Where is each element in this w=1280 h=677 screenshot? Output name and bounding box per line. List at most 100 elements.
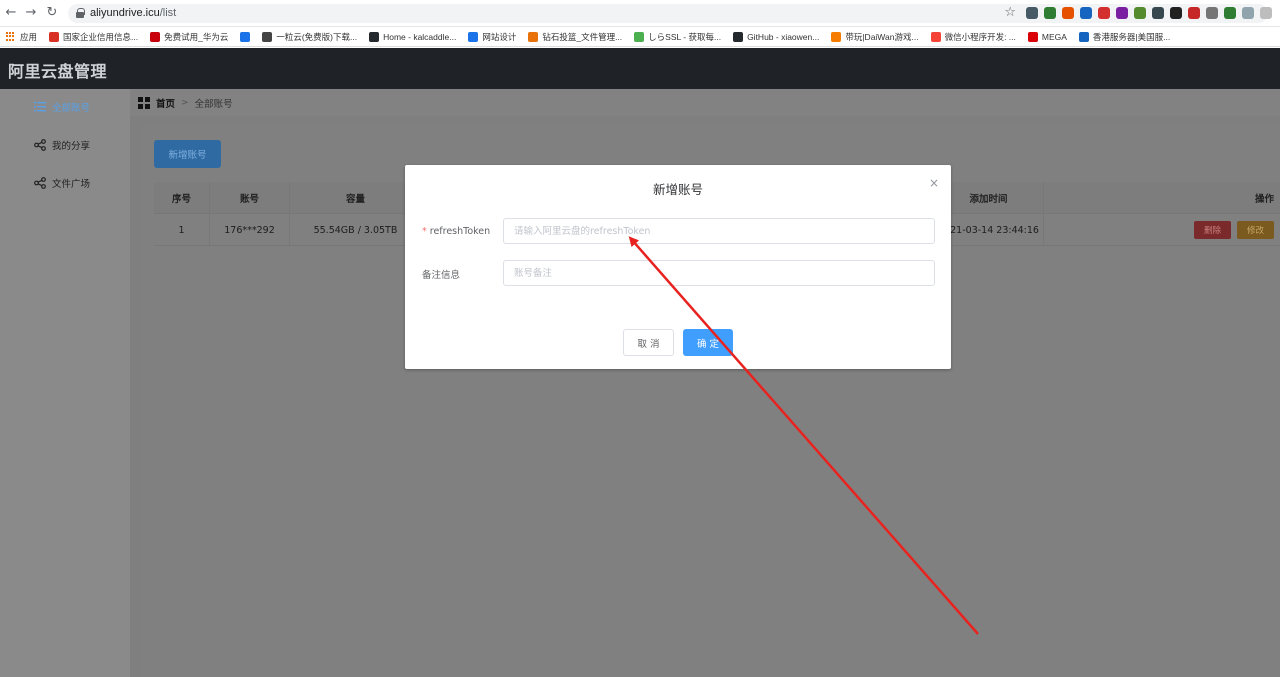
sidebar-item-all-accounts[interactable]: 全部账号 <box>0 89 130 125</box>
required-mark: * <box>422 226 427 237</box>
column-header: 操作 <box>1254 194 1274 205</box>
breadcrumb-current: 全部账号 <box>194 98 233 110</box>
edit-button[interactable]: 修改 <box>1236 221 1274 239</box>
bookmark-favicon-icon <box>468 31 479 42</box>
url-text: aliyundrive.icu/list <box>90 7 177 19</box>
bookmark-label: Home - kalcaddle... <box>383 31 457 42</box>
row-index: 1 <box>154 214 210 246</box>
remark-label: 备注信息 <box>422 270 461 281</box>
bookmark-favicon-icon <box>49 31 60 42</box>
bookmark-label: しらSSL - 获取每... <box>648 31 722 42</box>
extension-icon[interactable] <box>1242 6 1254 19</box>
bookmark-favicon-icon <box>1078 31 1089 42</box>
extension-icon[interactable] <box>1260 6 1272 19</box>
bookmark-item[interactable]: 应用 <box>6 31 37 43</box>
bookmark-item[interactable]: 网站设计 <box>468 31 516 43</box>
bookmark-favicon-icon <box>369 31 380 42</box>
bookmark-item[interactable]: 带玩|DaiWan游戏... <box>831 31 919 43</box>
extensions-bar: ☆ <box>1004 5 1272 20</box>
bookmark-label: 带玩|DaiWan游戏... <box>845 31 919 42</box>
extension-icon[interactable] <box>1134 6 1146 19</box>
dialog-title: 新增账号 <box>652 182 703 197</box>
add-account-button[interactable]: 新增账号 <box>154 140 221 168</box>
extension-icon[interactable] <box>1152 6 1164 19</box>
extension-icon[interactable] <box>1116 6 1128 19</box>
bookmark-item[interactable]: 钻石投篮_文件管理... <box>528 31 622 43</box>
refresh-token-input[interactable] <box>503 218 935 244</box>
extension-icon[interactable] <box>1206 6 1218 19</box>
bookmark-favicon-icon <box>150 31 161 42</box>
bookmark-item[interactable]: 免费试用_华为云 <box>150 31 228 43</box>
app-header: 阿里云盘管理 <box>0 48 1280 89</box>
share-icon <box>34 177 46 189</box>
bookmark-favicon-icon <box>733 31 744 42</box>
extension-icon[interactable] <box>1062 6 1074 19</box>
bookmark-favicon-icon <box>528 31 539 42</box>
bookmark-label: 香港服务器|美国服... <box>1092 31 1171 42</box>
sidebar: 全部账号 我的分享 文件广场 <box>0 89 130 677</box>
column-header: 容量 <box>290 182 422 214</box>
row-actions: 删除 修改 <box>1164 214 1280 246</box>
bookmark-label: 免费试用_华为云 <box>164 31 229 42</box>
bookmark-star-icon[interactable]: ☆ <box>1004 5 1016 20</box>
bookmark-favicon-icon <box>930 31 941 42</box>
bookmark-label: GitHub - xiaowen... <box>747 31 820 42</box>
breadcrumb-separator: > <box>181 97 189 108</box>
breadcrumb: 首页 > 全部账号 <box>130 89 1280 116</box>
lock-icon <box>76 8 85 18</box>
bookmark-item[interactable]: 一粒云(免费版)下载... <box>262 31 357 43</box>
bookmark-item[interactable] <box>240 31 251 42</box>
extension-icon[interactable] <box>1224 6 1236 19</box>
refresh-token-label: * refreshToken <box>422 226 491 237</box>
share-icon <box>34 139 46 151</box>
add-account-dialog: 新增账号 × *refreshToken 备注信息 取 消 确 定 <box>405 165 951 369</box>
bookmark-label: 国家企业信用信息... <box>63 31 139 42</box>
confirm-button[interactable]: 确 定 <box>683 329 733 356</box>
bookmark-item[interactable]: 香港服务器|美国服... <box>1078 31 1171 43</box>
bookmark-favicon-icon <box>634 31 645 42</box>
bookmark-item[interactable]: GitHub - xiaowen... <box>733 31 820 42</box>
extension-icon[interactable] <box>1026 6 1038 19</box>
bookmark-item[interactable]: Home - kalcaddle... <box>369 31 457 42</box>
bookmark-favicon-icon <box>1027 31 1038 42</box>
bookmark-label: 网站设计 <box>482 31 517 42</box>
sidebar-item-label: 全部账号 <box>52 103 91 114</box>
reload-icon[interactable]: ↻ <box>45 6 59 20</box>
cancel-button[interactable]: 取 消 <box>623 329 674 356</box>
bookmark-favicon-icon <box>831 31 842 42</box>
breadcrumb-home[interactable]: 首页 <box>156 96 175 110</box>
sidebar-item-label: 文件广场 <box>52 179 91 190</box>
bookmark-label: 微信小程序开发: ... <box>944 31 1016 42</box>
extension-icon[interactable] <box>1188 6 1200 19</box>
forward-icon[interactable]: → <box>24 6 38 20</box>
browser-address-bar: ← → ↻ aliyundrive.icu/list ☆ <box>0 0 1280 27</box>
row-capacity: 55.54GB / 3.05TB <box>290 214 422 246</box>
bookmark-item[interactable]: MEGA <box>1027 31 1067 42</box>
column-header: 序号 <box>154 182 210 214</box>
bookmark-item[interactable]: 国家企业信用信息... <box>49 31 138 43</box>
extension-icon[interactable] <box>1044 6 1056 19</box>
sidebar-item-label: 我的分享 <box>52 141 91 152</box>
extension-icon[interactable] <box>1170 6 1182 19</box>
column-header: 账号 <box>210 182 290 214</box>
remark-input[interactable] <box>503 260 935 286</box>
back-icon[interactable]: ← <box>4 6 18 20</box>
close-icon[interactable]: × <box>928 177 940 189</box>
bookmark-label: MEGA <box>1041 31 1067 42</box>
row-account: 176***292 <box>210 214 290 246</box>
bookmark-item[interactable]: しらSSL - 获取每... <box>634 31 721 43</box>
sidebar-item-my-shares[interactable]: 我的分享 <box>0 127 130 163</box>
grid-icon <box>138 96 150 109</box>
extension-icon[interactable] <box>1080 6 1092 19</box>
bookmark-item[interactable]: 微信小程序开发: ... <box>930 31 1016 43</box>
app-title: 阿里云盘管理 <box>8 62 108 81</box>
list-icon <box>34 101 46 113</box>
sidebar-item-file-square[interactable]: 文件广场 <box>0 165 130 201</box>
delete-button[interactable]: 删除 <box>1193 221 1231 239</box>
bookmark-label: 应用 <box>20 31 38 42</box>
bookmark-favicon-icon <box>240 31 251 42</box>
apps-icon <box>6 31 16 42</box>
extension-icon[interactable] <box>1098 6 1110 19</box>
bookmark-label: 一粒云(免费版)下载... <box>276 31 358 42</box>
bookmark-favicon-icon <box>262 31 273 42</box>
